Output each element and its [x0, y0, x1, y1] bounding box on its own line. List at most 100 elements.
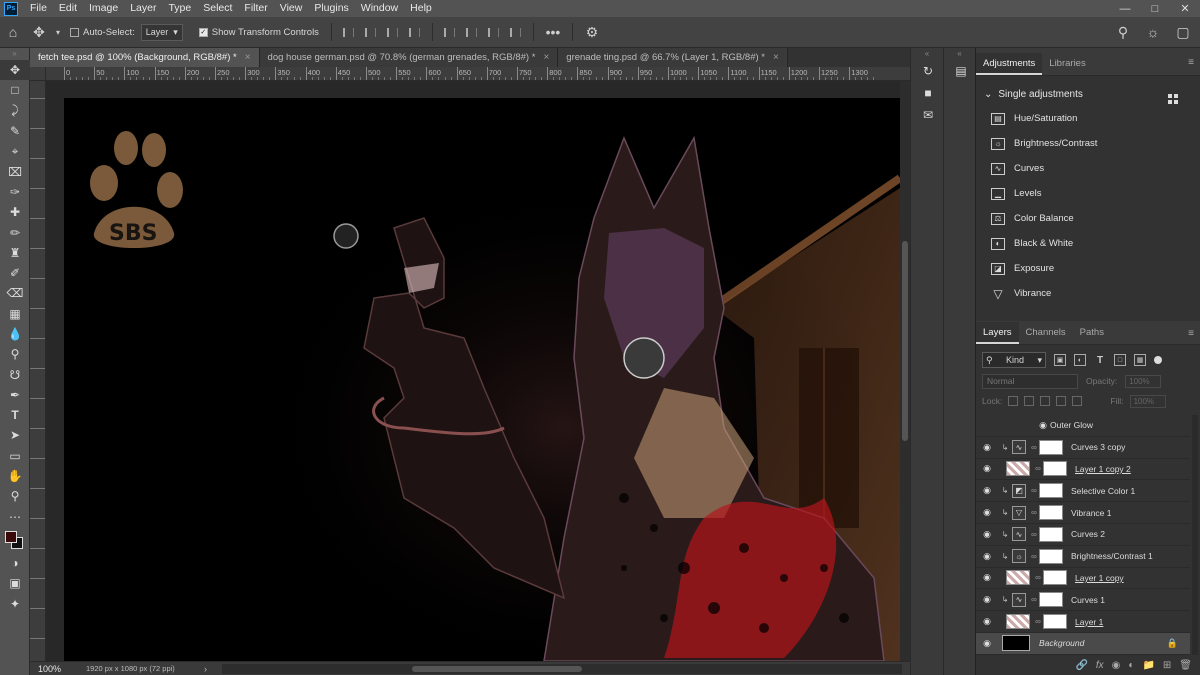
quick-mask-icon[interactable]: ◑	[0, 553, 30, 573]
comments-icon[interactable]: ✉	[911, 104, 945, 126]
lock-artboard-icon[interactable]	[1056, 396, 1067, 406]
layer-row[interactable]: ◉ ↳ ∿ ∞ Curves 1	[976, 589, 1190, 612]
add-mask-icon[interactable]: ◉	[1112, 660, 1121, 671]
layer-name[interactable]: Outer Glow	[1050, 420, 1093, 430]
document-tab[interactable]: dog house german.psd @ 70.8% (german gre…	[259, 48, 559, 67]
close-icon[interactable]: ✕	[1170, 0, 1200, 17]
adjustment-item[interactable]: ▽ Vibrance	[976, 281, 1200, 306]
filter-pixel-icon[interactable]: ▣	[1054, 354, 1066, 366]
actions-icon[interactable]: ■	[911, 82, 945, 104]
home-icon[interactable]: ⌂	[0, 21, 26, 43]
layer-row[interactable]: ◉ ∞ Layer 1 copy 2	[976, 459, 1190, 481]
menu-type[interactable]: Type	[162, 0, 197, 17]
eye-icon[interactable]: ◉	[976, 572, 998, 583]
burn-tool-icon[interactable]: ☋	[0, 364, 30, 384]
adjustment-item[interactable]: ∿ Curves	[976, 156, 1200, 181]
menu-file[interactable]: File	[24, 0, 53, 17]
layer-row[interactable]: ◉ ∞ Layer 1	[976, 611, 1190, 633]
minimize-icon[interactable]: —	[1110, 0, 1140, 17]
layer-thumbnail[interactable]	[1002, 635, 1030, 652]
path-selection-tool-icon[interactable]: ➤	[0, 425, 30, 445]
eye-icon[interactable]: ◉	[976, 594, 998, 605]
pen-tool-icon[interactable]: ✒	[0, 385, 30, 405]
zoom-level[interactable]: 100%	[30, 664, 86, 674]
auto-select-target-dropdown[interactable]: Layer ▾	[140, 23, 183, 41]
horizontal-scrollbar[interactable]	[222, 663, 902, 674]
tool-preset-chevron-icon[interactable]: ▾	[52, 21, 64, 43]
opacity-field[interactable]: 100%	[1125, 374, 1162, 388]
screen-mode-icon[interactable]: ▣	[0, 573, 30, 593]
eye-icon[interactable]: ◉	[1036, 420, 1050, 431]
layer-mask-thumbnail[interactable]	[1039, 592, 1063, 608]
eye-icon[interactable]: ◉	[976, 638, 998, 649]
layer-mask-thumbnail[interactable]	[1043, 614, 1067, 630]
layer-row[interactable]: ◉ ∞ Layer 1 copy	[976, 568, 1190, 590]
align-center-horizontal-icon[interactable]	[360, 23, 382, 41]
filter-type-icon[interactable]: T	[1094, 354, 1106, 366]
menu-layer[interactable]: Layer	[124, 0, 162, 17]
menu-filter[interactable]: Filter	[238, 0, 273, 17]
menu-edit[interactable]: Edit	[53, 0, 83, 17]
distribute-vertical-icon[interactable]	[505, 23, 527, 41]
layer-name[interactable]: Curves 1	[1071, 595, 1105, 605]
history-brush-tool-icon[interactable]: ✐	[0, 263, 30, 283]
tab-adjustments[interactable]: Adjustments	[976, 53, 1043, 75]
align-bottom-icon[interactable]	[483, 23, 505, 41]
trash-icon[interactable]: 🗑	[1179, 660, 1192, 671]
link-icon[interactable]: ∞	[1029, 595, 1039, 604]
new-adjustment-icon[interactable]: ◐	[1128, 660, 1134, 671]
marquee-tool-icon[interactable]: □	[0, 80, 30, 100]
eyedropper-tool-icon[interactable]: ✑	[0, 182, 30, 202]
close-tab-icon[interactable]: ×	[245, 52, 251, 63]
frame-tool-icon[interactable]: ⌧	[0, 161, 30, 181]
tab-layers[interactable]: Layers	[976, 322, 1019, 344]
layer-name[interactable]: Layer 1 copy	[1075, 573, 1124, 583]
auto-select-check-box[interactable]	[70, 27, 79, 37]
layer-name[interactable]: Selective Color 1	[1071, 486, 1135, 496]
vertical-scroll-thumb[interactable]	[902, 241, 908, 441]
layer-effect-row[interactable]: ◉ Outer Glow	[976, 415, 1190, 437]
close-tab-icon[interactable]: ×	[773, 52, 779, 63]
link-icon[interactable]: ∞	[1033, 617, 1043, 626]
document-canvas[interactable]: SBS	[64, 98, 900, 661]
edit-toolbar-icon[interactable]: ⋯	[0, 507, 30, 527]
grid-view-icon[interactable]	[1168, 94, 1178, 104]
layer-name[interactable]: Layer 1 copy 2	[1075, 464, 1131, 474]
lock-icon[interactable]: 🔒	[1167, 638, 1178, 649]
brush-tool-icon[interactable]: ✏	[0, 222, 30, 242]
menu-window[interactable]: Window	[355, 0, 404, 17]
history-icon[interactable]: ↻	[911, 60, 945, 82]
menu-select[interactable]: Select	[197, 0, 238, 17]
blur-tool-icon[interactable]: 💧	[0, 324, 30, 344]
layer-row[interactable]: ◉ ↳ ∿ ∞ Curves 2	[976, 524, 1190, 546]
layers-scrollbar[interactable]	[1192, 415, 1198, 655]
layer-name[interactable]: Background	[1039, 638, 1084, 648]
type-tool-icon[interactable]: T	[0, 405, 30, 425]
layer-row[interactable]: ◉ ↳ ☼ ∞ Brightness/Contrast 1	[976, 546, 1190, 568]
filter-smart-object-icon[interactable]: ▦	[1134, 354, 1146, 366]
crop-tool-icon[interactable]: ⌖	[0, 141, 30, 161]
align-left-icon[interactable]	[338, 23, 360, 41]
align-top-icon[interactable]	[439, 23, 461, 41]
horizontal-ruler[interactable]: 0 50 100 150 200 250 300 350 400 450 500 550 600 650 7…	[46, 67, 910, 81]
adjustment-item[interactable]: ⚖ Color Balance	[976, 206, 1200, 231]
rectangle-tool-icon[interactable]: ▭	[0, 446, 30, 466]
align-middle-vertical-icon[interactable]	[461, 23, 483, 41]
vertical-ruler[interactable]	[30, 81, 46, 661]
lightbulb-icon[interactable]: ☼	[1140, 21, 1166, 43]
color-swatches[interactable]	[0, 527, 29, 553]
layer-mask-thumbnail[interactable]	[1043, 570, 1067, 586]
lock-position-icon[interactable]	[1040, 396, 1051, 406]
link-layers-icon[interactable]: 🔗	[1075, 660, 1087, 671]
lock-image-icon[interactable]	[1024, 396, 1035, 406]
link-icon[interactable]: ∞	[1033, 573, 1043, 582]
canvas-area[interactable]: SBS	[46, 81, 900, 661]
document-tab[interactable]: fetch tee.psd @ 100% (Background, RGB/8#…	[30, 48, 260, 67]
menu-help[interactable]: Help	[404, 0, 438, 17]
lasso-tool-icon[interactable]: ⤸	[0, 101, 30, 121]
fx-icon[interactable]: fx	[1096, 660, 1104, 671]
panel-menu-icon[interactable]: ≡	[1188, 328, 1194, 339]
generative-icon[interactable]: ✦	[0, 593, 30, 613]
dodge-tool-icon[interactable]: ⚲	[0, 344, 30, 364]
layer-mask-thumbnail[interactable]	[1039, 505, 1063, 521]
